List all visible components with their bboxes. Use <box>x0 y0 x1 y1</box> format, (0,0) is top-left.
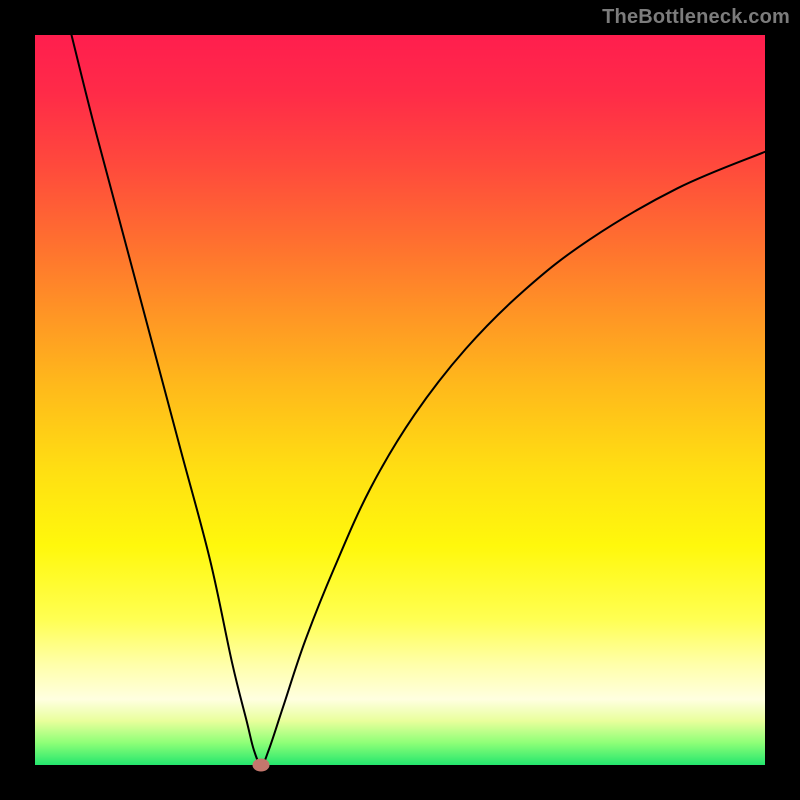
bottleneck-curve <box>72 35 766 765</box>
watermark-text: TheBottleneck.com <box>602 6 790 29</box>
plot-area <box>35 35 765 765</box>
chart-frame: TheBottleneck.com <box>0 0 800 800</box>
optimal-point-marker <box>253 759 270 772</box>
curve-svg <box>35 35 765 765</box>
